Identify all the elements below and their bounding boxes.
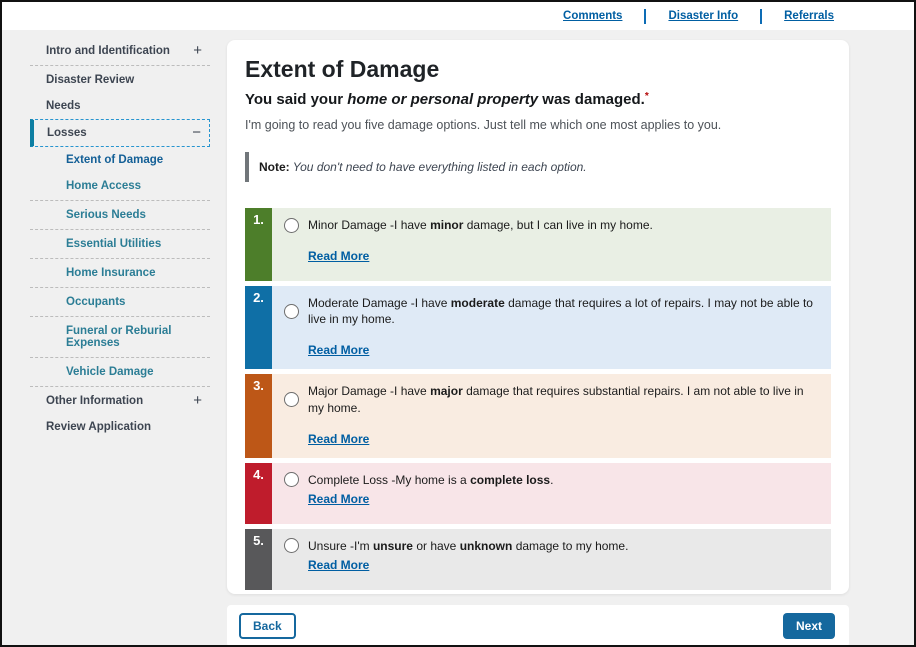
option-number-badge: 3.	[245, 374, 272, 457]
required-asterisk: *	[645, 91, 649, 102]
sidebar-item-funeral-or-reburial-expenses[interactable]: Funeral or Reburial Expenses	[30, 318, 210, 356]
damage-option-moderate: 2. Moderate Damage -I have moderate dama…	[245, 286, 831, 369]
sidebar-item-home-access[interactable]: Home Access	[30, 173, 210, 199]
option-choice[interactable]: Minor Damage -I have minor damage, but I…	[284, 217, 819, 233]
collapse-icon[interactable]: −	[192, 128, 201, 138]
instruction-text: I'm going to read you five damage option…	[245, 118, 831, 132]
read-more-link[interactable]: Read More	[308, 343, 369, 357]
sidebar-divider	[30, 65, 210, 66]
option-content: Major Damage -I have major damage that r…	[272, 374, 831, 457]
radio-button[interactable]	[284, 392, 299, 407]
question-emphasis: home or personal property	[347, 91, 538, 108]
note-callout: Note: You don't need to have everything …	[245, 152, 831, 182]
question-text: You said your home or personal property …	[245, 91, 831, 108]
next-button[interactable]: Next	[783, 613, 835, 639]
nav-divider	[760, 9, 762, 24]
radio-button[interactable]	[284, 538, 299, 553]
damage-options-list: 1. Minor Damage -I have minor damage, bu…	[245, 208, 831, 590]
back-button[interactable]: Back	[239, 613, 296, 639]
damage-option-unsure: 5. Unsure -I'm unsure or have unknown da…	[245, 529, 831, 590]
option-content: Unsure -I'm unsure or have unknown damag…	[272, 529, 831, 590]
option-text: Minor Damage -I have minor damage, but I…	[308, 217, 653, 233]
damage-option-major: 3. Major Damage -I have major damage tha…	[245, 374, 831, 457]
option-choice[interactable]: Unsure -I'm unsure or have unknown damag…	[284, 538, 819, 554]
radio-button[interactable]	[284, 304, 299, 319]
page-title: Extent of Damage	[245, 56, 831, 83]
option-choice[interactable]: Moderate Damage -I have moderate damage …	[284, 295, 819, 327]
sidebar-item-needs[interactable]: Needs	[30, 93, 210, 119]
option-number-badge: 5.	[245, 529, 272, 590]
option-choice[interactable]: Major Damage -I have major damage that r…	[284, 383, 819, 415]
sidebar-item-label: Review Application	[46, 421, 151, 433]
sidebar-divider	[30, 386, 210, 387]
sidebar-item-other-information[interactable]: Other Information +	[30, 388, 210, 414]
sidebar: Intro and Identification + Disaster Revi…	[30, 38, 210, 440]
option-text: Unsure -I'm unsure or have unknown damag…	[308, 538, 628, 554]
option-content: Moderate Damage -I have moderate damage …	[272, 286, 831, 369]
referrals-link[interactable]: Referrals	[784, 10, 834, 22]
read-more-link[interactable]: Read More	[308, 558, 369, 572]
sidebar-item-label: Needs	[46, 100, 81, 112]
sidebar-divider	[30, 200, 210, 201]
damage-option-complete-loss: 4. Complete Loss -My home is a complete …	[245, 463, 831, 524]
read-more-link[interactable]: Read More	[308, 432, 369, 446]
sidebar-item-label: Losses	[47, 127, 87, 139]
sidebar-item-label: Intro and Identification	[46, 45, 170, 57]
read-more-link[interactable]: Read More	[308, 492, 369, 506]
nav-divider	[644, 9, 646, 24]
option-text: Major Damage -I have major damage that r…	[308, 383, 819, 415]
sidebar-item-serious-needs[interactable]: Serious Needs	[30, 202, 210, 228]
sidebar-item-label: Disaster Review	[46, 74, 134, 86]
option-text: Complete Loss -My home is a complete los…	[308, 472, 553, 488]
sidebar-divider	[30, 316, 210, 317]
sidebar-item-vehicle-damage[interactable]: Vehicle Damage	[30, 359, 210, 385]
sidebar-item-label: Other Information	[46, 395, 143, 407]
question-prefix: You said your	[245, 91, 347, 108]
comments-link[interactable]: Comments	[563, 10, 622, 22]
note-label: Note:	[259, 160, 290, 174]
option-number-badge: 4.	[245, 463, 272, 524]
sidebar-item-disaster-review[interactable]: Disaster Review	[30, 67, 210, 93]
read-more-link[interactable]: Read More	[308, 249, 369, 263]
wizard-nav-bar: Back Next	[227, 605, 849, 647]
sidebar-item-home-insurance[interactable]: Home Insurance	[30, 260, 210, 286]
radio-button[interactable]	[284, 472, 299, 487]
sidebar-item-review-application[interactable]: Review Application	[30, 414, 210, 440]
sidebar-item-intro-and-identification[interactable]: Intro and Identification +	[30, 38, 210, 64]
disaster-info-link[interactable]: Disaster Info	[668, 10, 738, 22]
main-content: Extent of Damage You said your home or p…	[227, 40, 849, 594]
option-content: Complete Loss -My home is a complete los…	[272, 463, 831, 524]
app-window: Comments Disaster Info Referrals Intro a…	[0, 0, 916, 647]
sidebar-item-essential-utilities[interactable]: Essential Utilities	[30, 231, 210, 257]
expand-icon[interactable]: +	[193, 46, 202, 56]
expand-icon[interactable]: +	[193, 396, 202, 406]
sidebar-item-losses[interactable]: Losses −	[30, 119, 210, 147]
top-nav: Comments Disaster Info Referrals	[2, 2, 914, 30]
sidebar-divider	[30, 258, 210, 259]
option-number-badge: 1.	[245, 208, 272, 281]
sidebar-item-occupants[interactable]: Occupants	[30, 289, 210, 315]
note-text: You don't need to have everything listed…	[290, 160, 587, 174]
option-content: Minor Damage -I have minor damage, but I…	[272, 208, 831, 281]
question-suffix: was damaged.	[538, 91, 645, 108]
damage-option-minor: 1. Minor Damage -I have minor damage, bu…	[245, 208, 831, 281]
option-choice[interactable]: Complete Loss -My home is a complete los…	[284, 472, 819, 488]
radio-button[interactable]	[284, 218, 299, 233]
sidebar-item-extent-of-damage[interactable]: Extent of Damage	[30, 147, 210, 173]
sidebar-divider	[30, 229, 210, 230]
sidebar-divider	[30, 357, 210, 358]
sidebar-divider	[30, 287, 210, 288]
option-text: Moderate Damage -I have moderate damage …	[308, 295, 819, 327]
option-number-badge: 2.	[245, 286, 272, 369]
